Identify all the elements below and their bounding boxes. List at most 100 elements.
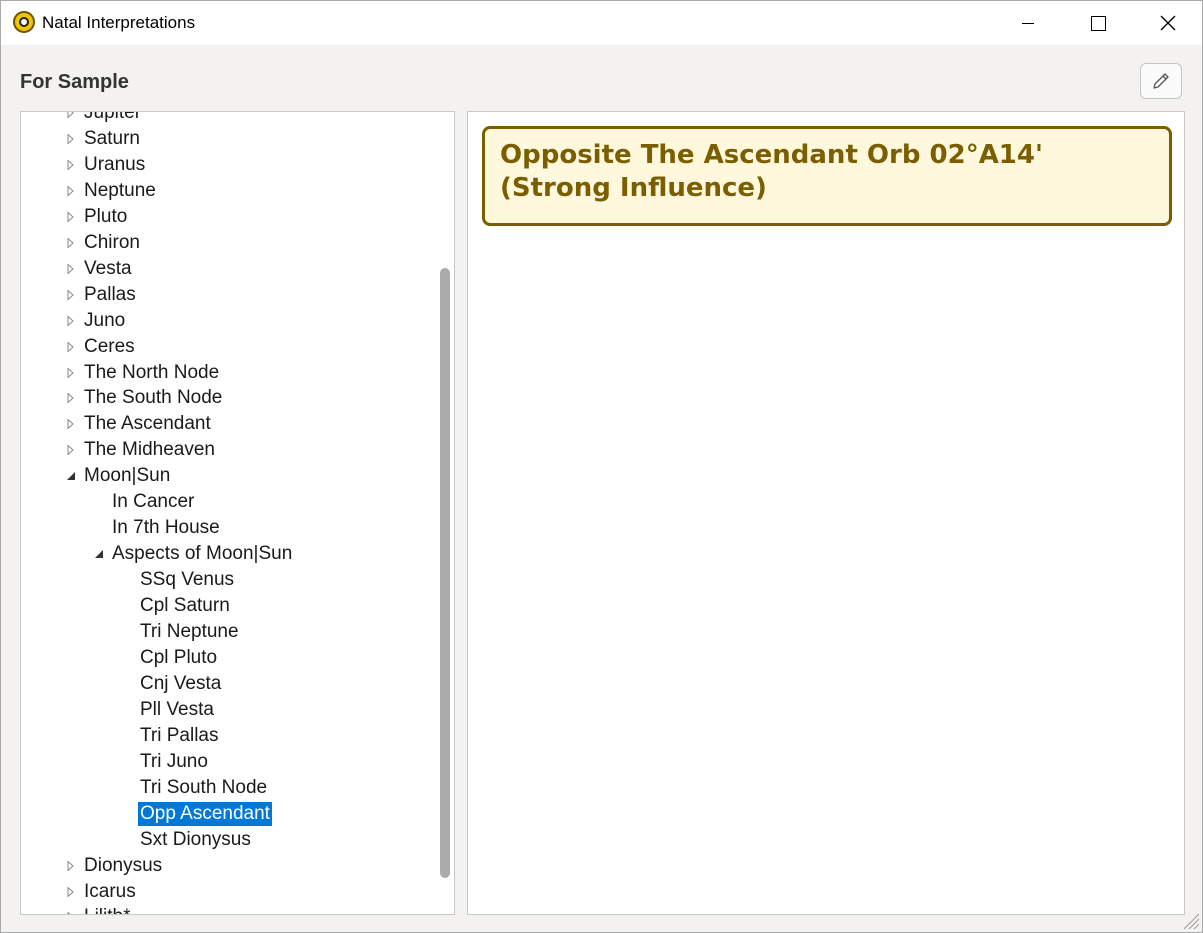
tree-item[interactable]: Juno xyxy=(67,308,127,334)
tree-item[interactable]: In 7th House xyxy=(110,515,222,541)
tree-item-label: Cpl Saturn xyxy=(140,595,230,617)
tree-item-label: Uranus xyxy=(84,153,146,175)
tree-item-label: Ceres xyxy=(84,335,135,357)
aspect-heading-line2: (Strong Influence) xyxy=(500,173,767,203)
expanded-arrow-icon[interactable] xyxy=(94,549,104,559)
collapsed-arrow-icon[interactable] xyxy=(66,159,76,170)
collapsed-arrow-icon[interactable] xyxy=(66,445,76,456)
tree-item-label: Tri Pallas xyxy=(140,724,219,746)
app-window: Natal Interpretations For Sample Jupiter… xyxy=(0,0,1203,933)
tree-item[interactable]: Jupiter xyxy=(67,112,143,126)
collapsed-arrow-icon[interactable] xyxy=(66,912,76,915)
tree-item[interactable]: Pluto xyxy=(67,204,129,230)
tree-item[interactable]: Lilith* xyxy=(67,904,132,914)
tree-item-label: SSq Venus xyxy=(140,569,235,591)
collapsed-arrow-icon[interactable] xyxy=(66,237,76,248)
tree-item[interactable]: Dionysus xyxy=(67,853,164,879)
minimize-icon xyxy=(1022,22,1034,24)
tree-item-label: Opp Ascendant xyxy=(138,801,272,826)
tree-item[interactable]: Tri Pallas xyxy=(138,723,220,749)
tree-item-label: The North Node xyxy=(84,361,220,383)
collapsed-arrow-icon[interactable] xyxy=(66,263,76,274)
tree-item-label: Sxt Dionysus xyxy=(140,828,251,850)
tree-item[interactable]: The Midheaven xyxy=(67,437,217,463)
collapsed-arrow-icon[interactable] xyxy=(66,886,76,897)
close-button[interactable] xyxy=(1133,1,1203,45)
tree-item-label: Moon|Sun xyxy=(84,465,171,487)
tree-item-label: In Cancer xyxy=(112,491,195,513)
tree-item-label: Icarus xyxy=(84,880,136,902)
tree-item-label: Aspects of Moon|Sun xyxy=(112,543,293,565)
tree-item[interactable]: SSq Venus xyxy=(138,567,236,593)
collapsed-arrow-icon[interactable] xyxy=(66,211,76,222)
tree-item[interactable]: Sxt Dionysus xyxy=(138,827,253,853)
tree-item[interactable]: Pallas xyxy=(67,282,138,308)
chart-name-label: For Sample xyxy=(20,71,129,93)
collapsed-arrow-icon[interactable] xyxy=(66,393,76,404)
tree-item-label: Tri Juno xyxy=(140,750,208,772)
tree-item-label: The Ascendant xyxy=(84,413,211,435)
collapsed-arrow-icon[interactable] xyxy=(66,860,76,871)
tree-item[interactable]: Uranus xyxy=(67,152,147,178)
expanded-arrow-icon[interactable] xyxy=(66,471,76,481)
tree-item[interactable]: Chiron xyxy=(67,230,142,256)
tree-item-label: Pallas xyxy=(84,283,136,305)
tree-item[interactable]: Aspects of Moon|Sun xyxy=(95,541,294,567)
tree-item[interactable]: Cpl Saturn xyxy=(138,593,232,619)
tree-item[interactable]: Tri Juno xyxy=(138,749,210,775)
tree-item-label: Pluto xyxy=(84,205,128,227)
collapsed-arrow-icon[interactable] xyxy=(66,419,76,430)
interpretation-tree[interactable]: Jupiter Saturn Uranus Neptune Pluto Chiron Ves… xyxy=(20,111,455,915)
close-icon xyxy=(1160,15,1176,31)
tree-item[interactable]: Saturn xyxy=(67,126,142,152)
maximize-button[interactable] xyxy=(1063,1,1133,45)
tree-item[interactable]: The North Node xyxy=(67,360,221,386)
interpretation-detail-panel: Opposite The Ascendant Orb 02°A14' (Stro… xyxy=(467,111,1185,915)
tree-item-label: Tri Neptune xyxy=(140,621,239,642)
tree-item-label: Lilith* xyxy=(82,905,132,914)
tree-item[interactable]: Pll Vesta xyxy=(138,697,216,723)
app-logo-icon xyxy=(13,11,35,33)
tree-item[interactable]: The Ascendant xyxy=(67,411,213,437)
tree-item[interactable]: In Cancer xyxy=(110,489,196,515)
tree-item[interactable]: Opp Ascendant xyxy=(138,801,272,827)
aspect-heading-line1: Opposite The Ascendant Orb 02°A14' xyxy=(500,140,1043,170)
tree-item-label: Vesta xyxy=(84,257,132,279)
tree-item[interactable]: Tri Neptune xyxy=(138,619,241,645)
tree-item-label: Pll Vesta xyxy=(140,698,214,720)
edit-button[interactable] xyxy=(1140,63,1182,99)
collapsed-arrow-icon[interactable] xyxy=(66,315,76,326)
collapsed-arrow-icon[interactable] xyxy=(66,185,76,196)
tree-item-label: Cnj Vesta xyxy=(140,672,222,694)
title-bar[interactable]: Natal Interpretations xyxy=(1,1,1202,45)
tree-item[interactable]: Ceres xyxy=(67,334,137,360)
tree-item-label: Neptune xyxy=(84,179,156,201)
aspect-heading-callout: Opposite The Ascendant Orb 02°A14' (Stro… xyxy=(482,126,1172,226)
collapsed-arrow-icon[interactable] xyxy=(66,111,76,118)
tree-item[interactable]: Cpl Pluto xyxy=(138,645,219,671)
collapsed-arrow-icon[interactable] xyxy=(66,289,76,300)
tree-item-label: Cpl Pluto xyxy=(140,646,218,668)
tree-item-label: The South Node xyxy=(84,387,223,409)
tree-item-label: Saturn xyxy=(84,127,140,149)
collapsed-arrow-icon[interactable] xyxy=(66,367,76,378)
tree-item[interactable]: Tri South Node xyxy=(138,775,269,801)
tree-item-label: Tri South Node xyxy=(140,776,268,798)
tree-item-label: In 7th House xyxy=(112,517,220,539)
tree-item[interactable]: Neptune xyxy=(67,178,158,204)
tree-item[interactable]: Icarus xyxy=(67,879,138,905)
tree-item-label: The Midheaven xyxy=(84,439,215,461)
tree-scrollbar-thumb[interactable] xyxy=(440,268,450,878)
maximize-icon xyxy=(1090,15,1106,31)
tree-item[interactable]: Vesta xyxy=(67,256,134,282)
tree-item-label: Juno xyxy=(84,309,126,331)
resize-grip-icon[interactable] xyxy=(1181,911,1201,931)
collapsed-arrow-icon[interactable] xyxy=(66,341,76,352)
window-title: Natal Interpretations xyxy=(42,13,196,32)
minimize-button[interactable] xyxy=(993,1,1063,45)
tree-item[interactable]: The South Node xyxy=(67,385,224,411)
tree-item[interactable]: Cnj Vesta xyxy=(138,671,223,697)
collapsed-arrow-icon[interactable] xyxy=(66,133,76,144)
tree-item[interactable]: Moon|Sun xyxy=(67,463,172,489)
pencil-icon xyxy=(1153,73,1169,89)
